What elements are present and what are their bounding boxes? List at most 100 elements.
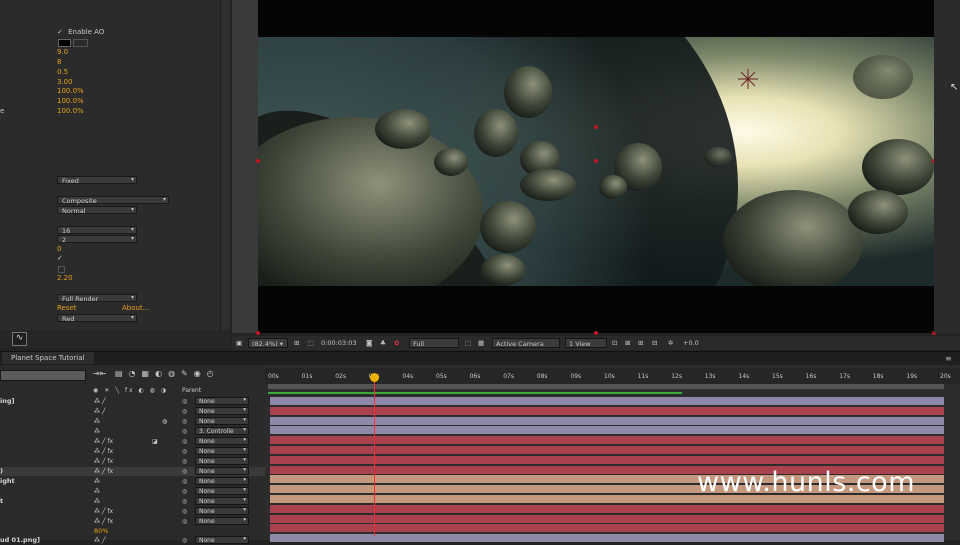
parent-dropdown[interactable]: None bbox=[195, 487, 249, 495]
resolution-dropdown[interactable]: Full bbox=[409, 338, 459, 348]
always-preview-icon[interactable]: ▣ bbox=[236, 338, 242, 348]
tab-planet-space-tutorial[interactable]: Planet Space Tutorial × bbox=[2, 352, 94, 374]
layer-duration-bar[interactable] bbox=[270, 446, 944, 454]
layer-duration-bar[interactable] bbox=[270, 455, 944, 464]
checkbox-unchecked[interactable] bbox=[58, 266, 65, 273]
parent-dropdown[interactable]: None bbox=[195, 517, 249, 525]
playhead-icon[interactable] bbox=[370, 373, 379, 382]
layer-name: ) bbox=[0, 467, 3, 475]
value-220[interactable]: 2.20 bbox=[57, 274, 73, 283]
layer-row[interactable]: ⁂ ╱ fx ◪ ◎ None bbox=[0, 437, 265, 446]
current-time-display[interactable]: 0:00:03:03 bbox=[321, 338, 357, 348]
timeline-search-input[interactable] bbox=[0, 370, 86, 381]
region-icon[interactable]: ⬚ bbox=[308, 338, 314, 348]
flowchart-icon[interactable]: ⊟ bbox=[652, 338, 657, 348]
reset-link[interactable]: Reset bbox=[57, 304, 77, 313]
layer-row[interactable]: ⁂ ◎ None bbox=[0, 487, 265, 496]
layer-row[interactable]: ing] ⁂ ╱ ◎ None bbox=[0, 397, 265, 406]
current-time-indicator[interactable] bbox=[374, 376, 375, 536]
eyedropper-icon[interactable] bbox=[73, 39, 88, 47]
layer-duration-bar[interactable] bbox=[270, 504, 944, 513]
blend-mode-dropdown[interactable]: Normal bbox=[57, 206, 137, 215]
parent-dropdown[interactable]: None bbox=[195, 497, 249, 505]
layer-duration-bar[interactable] bbox=[270, 514, 944, 523]
layer-duration-bar[interactable] bbox=[270, 416, 944, 425]
layer-duration-bar[interactable] bbox=[270, 534, 944, 543]
value-3[interactable]: 0.5 bbox=[57, 68, 68, 77]
layer-handle-bottom-left[interactable] bbox=[256, 331, 260, 335]
parent-dropdown[interactable]: None bbox=[195, 417, 249, 425]
parent-dropdown[interactable]: None bbox=[195, 437, 249, 445]
opacity-value[interactable]: 80% bbox=[94, 527, 154, 536]
channel-dropdown[interactable]: Red bbox=[57, 314, 137, 323]
star-marker-icon bbox=[738, 69, 758, 89]
composition-frame[interactable] bbox=[258, 37, 934, 286]
graph-icon[interactable]: ∿ bbox=[12, 332, 27, 346]
layer-duration-bar[interactable] bbox=[270, 426, 944, 435]
parent-dropdown[interactable]: None bbox=[195, 447, 249, 455]
value-1[interactable]: 9.0 bbox=[57, 48, 68, 57]
camera-dropdown[interactable]: Active Camera bbox=[492, 338, 560, 348]
render-mode-dropdown[interactable]: Full Render bbox=[57, 294, 137, 303]
parent-dropdown[interactable]: 3. Controlle bbox=[195, 427, 249, 435]
layer-duration-bar[interactable] bbox=[270, 406, 944, 415]
parent-dropdown[interactable]: None bbox=[195, 457, 249, 465]
zero-value[interactable]: 0 bbox=[57, 245, 61, 254]
pixel-aspect-icon[interactable]: ⊡ bbox=[612, 338, 617, 348]
parent-dropdown[interactable]: None bbox=[195, 477, 249, 485]
roi-icon[interactable]: ⬚ bbox=[465, 338, 471, 348]
layer-row[interactable]: ⁂ ╱ ◎ None bbox=[0, 407, 265, 416]
fixed-dropdown[interactable]: Fixed bbox=[57, 176, 137, 185]
panel-menu-icon[interactable]: ≡ bbox=[945, 354, 952, 363]
layer-duration-bar[interactable] bbox=[270, 524, 944, 533]
layer-row[interactable]: ⁂ ╱ fx ◎ None bbox=[0, 507, 265, 516]
checkbox-checked[interactable]: ✓ bbox=[57, 254, 63, 263]
enable-ao-checkbox[interactable]: ✓ Enable AO bbox=[57, 28, 104, 37]
color-swatch[interactable] bbox=[58, 39, 71, 47]
composite-dropdown[interactable]: Composite bbox=[57, 196, 169, 205]
parent-dropdown[interactable]: None bbox=[195, 467, 249, 475]
position-handle[interactable] bbox=[594, 159, 598, 163]
parent-dropdown[interactable]: None bbox=[195, 507, 249, 515]
effect-controls-scrollbar[interactable] bbox=[220, 0, 230, 330]
layer-row[interactable]: ⁂ ╱ fx ◎ None bbox=[0, 457, 265, 466]
layer-row[interactable]: ight ⁂ ◎ None bbox=[0, 477, 265, 486]
transparency-grid-icon[interactable]: ▦ bbox=[478, 338, 484, 348]
parent-dropdown[interactable]: None bbox=[195, 536, 249, 544]
layer-row[interactable]: t ⁂ ◎ None bbox=[0, 497, 265, 506]
timeline-icon[interactable]: ⊞ bbox=[638, 338, 643, 348]
value-7[interactable]: 100.0% bbox=[57, 107, 84, 116]
quality-dropdown[interactable]: 2 bbox=[57, 235, 137, 244]
layer-row[interactable]: ⁂ ╱ fx ◎ None bbox=[0, 447, 265, 456]
fast-previews-icon[interactable]: ⊠ bbox=[625, 338, 630, 348]
parent-dropdown[interactable]: None bbox=[195, 407, 249, 415]
magnification-dropdown[interactable]: (82.4%) ▾ bbox=[248, 338, 288, 348]
layer-duration-bar[interactable] bbox=[270, 436, 944, 445]
value-4[interactable]: 3.00 bbox=[57, 78, 73, 87]
channels-icon[interactable]: ✿ bbox=[394, 338, 399, 348]
layer-row[interactable]: ⁂ ◎ 3. Controlle bbox=[0, 427, 265, 436]
layer-handle-bottom-center[interactable] bbox=[594, 331, 598, 335]
snapshot-icon[interactable]: ◙ bbox=[366, 338, 372, 348]
timeline-switch-icons[interactable]: ▤◔▦◐◍✎◉◴ bbox=[115, 369, 220, 378]
layer-duration-bar[interactable] bbox=[270, 397, 944, 405]
safe-zones-icon[interactable]: ⊞ bbox=[294, 338, 299, 348]
about-link[interactable]: About... bbox=[122, 304, 149, 313]
layer-row-selected[interactable]: ) ⁂ ╱ fx ◎ None bbox=[0, 467, 265, 476]
layer-row[interactable]: ud 01.png] ⁂ ╱ ◎ None bbox=[0, 536, 265, 545]
view-layout-dropdown[interactable]: 1 View bbox=[565, 338, 607, 348]
show-snapshot-icon[interactable]: ♣ bbox=[380, 338, 386, 348]
comp-mini-flowchart-icon[interactable]: ⇥⇤ bbox=[93, 369, 106, 378]
value-5[interactable]: 100.0% bbox=[57, 87, 84, 96]
exposure-icon[interactable]: ✲ bbox=[668, 338, 673, 348]
layer-row[interactable]: ⁂ ◍ ◎ None bbox=[0, 417, 265, 426]
work-area-bar[interactable] bbox=[268, 384, 944, 389]
exposure-value[interactable]: +0.0 bbox=[683, 338, 699, 348]
layer-handle-left[interactable] bbox=[256, 159, 260, 163]
layer-row[interactable]: ⁂ ╱ fx ◎ None bbox=[0, 517, 265, 526]
value-2[interactable]: 8 bbox=[57, 58, 61, 67]
samples-dropdown[interactable]: 16 bbox=[57, 226, 137, 235]
anchor-point-handle[interactable] bbox=[594, 125, 598, 129]
parent-dropdown[interactable]: None bbox=[195, 397, 249, 405]
value-6[interactable]: 100.0% bbox=[57, 97, 84, 106]
